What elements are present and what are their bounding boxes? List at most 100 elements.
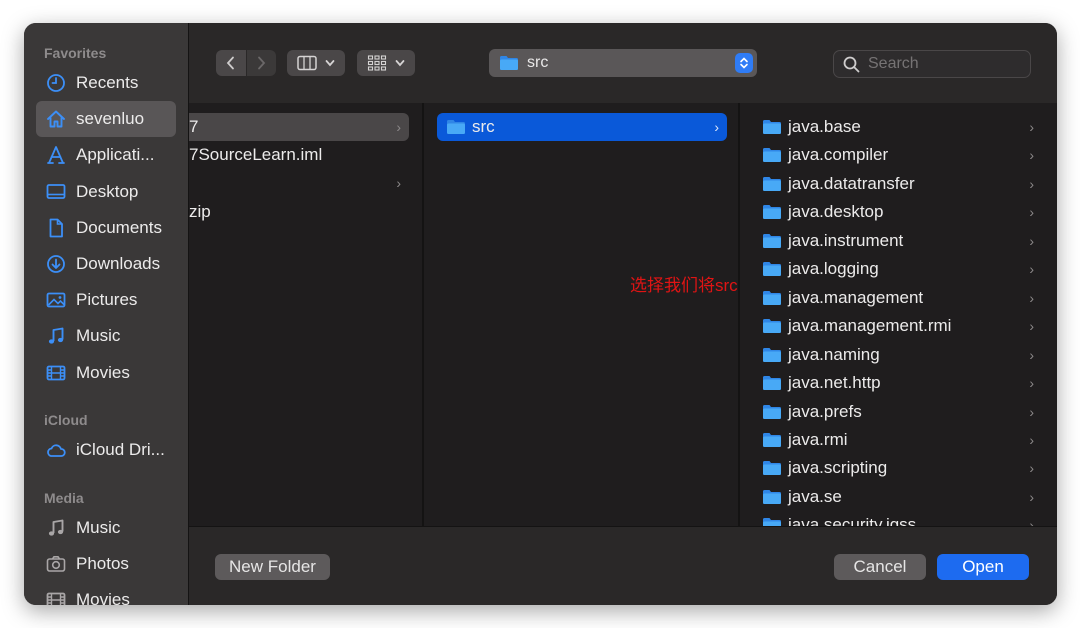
sidebar-item[interactable]: iCloud Dri... (36, 432, 176, 468)
search-field[interactable] (833, 50, 1031, 78)
location-stepper[interactable] (735, 53, 753, 73)
new-folder-button[interactable]: New Folder (215, 554, 330, 580)
chevron-right-icon: › (1029, 517, 1034, 526)
list-item[interactable]: java.logging › (762, 255, 1042, 283)
navigation-buttons (216, 50, 276, 76)
list-item[interactable]: java.scripting › (762, 454, 1042, 482)
clock-icon (45, 72, 67, 94)
sidebar-item[interactable]: sevenluo (36, 101, 176, 138)
list-item-label: java.net.http (788, 373, 881, 393)
up-down-chevron-icon (740, 57, 748, 69)
folder-icon (762, 233, 782, 249)
sidebar-item[interactable]: Music (36, 510, 176, 546)
cancel-button[interactable]: Cancel (834, 554, 926, 580)
chevron-left-icon (226, 56, 234, 70)
list-item[interactable]: java.desktop › (762, 198, 1042, 226)
list-item-label: java.desktop (788, 202, 884, 222)
list-item[interactable]: java.se › (762, 483, 1042, 511)
document-icon (45, 217, 67, 239)
sidebar-item-label: Photos (76, 554, 129, 574)
list-item-label: java.naming (788, 344, 880, 364)
browser-column-2: 选择我们将src.zip解压后的源码目录 src › (424, 103, 740, 526)
folder-icon (499, 55, 519, 71)
sidebar-item[interactable]: Downloads (36, 246, 176, 282)
list-item-label: java.datatransfer (788, 173, 915, 193)
dialog-footer: New Folder Cancel Open (189, 526, 1057, 605)
sidebar-item-label: Downloads (76, 254, 161, 273)
list-item-label: 7SourceLearn.iml (189, 145, 323, 164)
sidebar-item[interactable]: Photos (36, 546, 176, 582)
column-view-button[interactable] (287, 50, 345, 76)
chevron-right-icon: › (1029, 289, 1034, 306)
sidebar-item-label: Applicati... (76, 145, 155, 165)
chevron-right-icon: › (1029, 175, 1034, 192)
list-item[interactable]: java.naming › (762, 341, 1042, 369)
folder-icon (762, 318, 782, 334)
sidebar-item-label: Movies (76, 590, 130, 605)
sidebar-item[interactable]: Recents (36, 65, 176, 101)
list-item[interactable]: java.security.jgss › (762, 511, 1042, 526)
list-item[interactable]: 7 › (189, 113, 409, 141)
list-item[interactable]: java.compiler › (762, 141, 1042, 169)
list-item-label: java.rmi (788, 429, 848, 449)
browser-column-3: java.base › java.compiler › java.datatransfe… (740, 103, 1057, 526)
search-input[interactable] (868, 55, 1018, 73)
forward-button[interactable] (246, 50, 276, 76)
list-item[interactable]: › (189, 169, 409, 197)
toolbar: src (189, 23, 1057, 103)
list-item-label: java.se (788, 486, 842, 506)
browser-column-1: 7 › 7SourceLearn.iml › zip (189, 103, 424, 526)
sidebar-item[interactable]: Pictures (36, 282, 176, 318)
search-icon (843, 56, 860, 72)
list-item[interactable]: src › (437, 113, 727, 141)
chevron-right-icon: › (1029, 232, 1034, 249)
column-browser: 7›7SourceLearn.iml›zip 选择我们将src.zip解压后的源… (189, 103, 1057, 526)
sidebar-section-title: Favorites (44, 45, 107, 61)
chevron-right-icon: › (1029, 431, 1034, 448)
folder-icon (762, 517, 782, 526)
list-item-label: java.prefs (788, 401, 862, 421)
location-popup[interactable]: src (489, 49, 757, 77)
list-item[interactable]: 7SourceLearn.iml (189, 141, 409, 169)
sidebar-section-title: iCloud (44, 412, 88, 428)
sidebar-item[interactable]: Movies (36, 582, 176, 605)
folder-icon (762, 204, 782, 220)
group-by-button[interactable] (357, 50, 415, 76)
annotation-text: 选择我们将src.zip解压后的源码目录 (630, 276, 740, 295)
list-item-label: java.base (788, 117, 861, 136)
sidebar: Favorites Recents sevenluo Applicati... Desk… (24, 23, 189, 605)
list-item[interactable]: java.datatransfer › (762, 170, 1042, 198)
movies-icon (45, 589, 67, 605)
chevron-right-icon: › (1029, 346, 1034, 363)
sidebar-item[interactable]: Movies (36, 355, 176, 391)
sidebar-item[interactable]: Music (36, 318, 176, 354)
music-icon (45, 517, 67, 539)
folder-icon (762, 119, 782, 135)
chevron-right-icon: › (1029, 261, 1034, 278)
list-item[interactable]: java.base › (762, 113, 1042, 141)
list-item[interactable]: java.instrument › (762, 227, 1042, 255)
chevron-right-icon: › (1029, 488, 1034, 505)
sidebar-item-label: Movies (76, 362, 130, 382)
back-button[interactable] (216, 50, 246, 76)
list-item[interactable]: java.management.rmi › (762, 312, 1042, 340)
list-item-label: java.logging (788, 259, 879, 279)
list-item[interactable]: java.net.http › (762, 369, 1042, 397)
chevron-right-icon: › (1029, 403, 1034, 420)
list-item[interactable]: java.rmi › (762, 426, 1042, 454)
sidebar-item-label: sevenluo (76, 109, 145, 129)
chevron-right-icon: › (1029, 204, 1034, 221)
location-label: src (527, 54, 549, 71)
folder-icon (762, 261, 782, 277)
chevron-right-icon: › (396, 119, 401, 135)
list-item[interactable]: java.management › (762, 284, 1042, 312)
sidebar-item[interactable]: Applicati... (36, 137, 176, 173)
sidebar-item[interactable]: Documents (36, 210, 176, 246)
chevron-right-icon (258, 56, 266, 70)
sidebar-item[interactable]: Desktop (36, 174, 176, 210)
list-item[interactable]: zip (189, 198, 409, 226)
sidebar-item-label: Desktop (76, 181, 139, 201)
open-button[interactable]: Open (937, 554, 1029, 580)
list-item-label: 7 (189, 117, 199, 136)
list-item[interactable]: java.prefs › (762, 398, 1042, 426)
